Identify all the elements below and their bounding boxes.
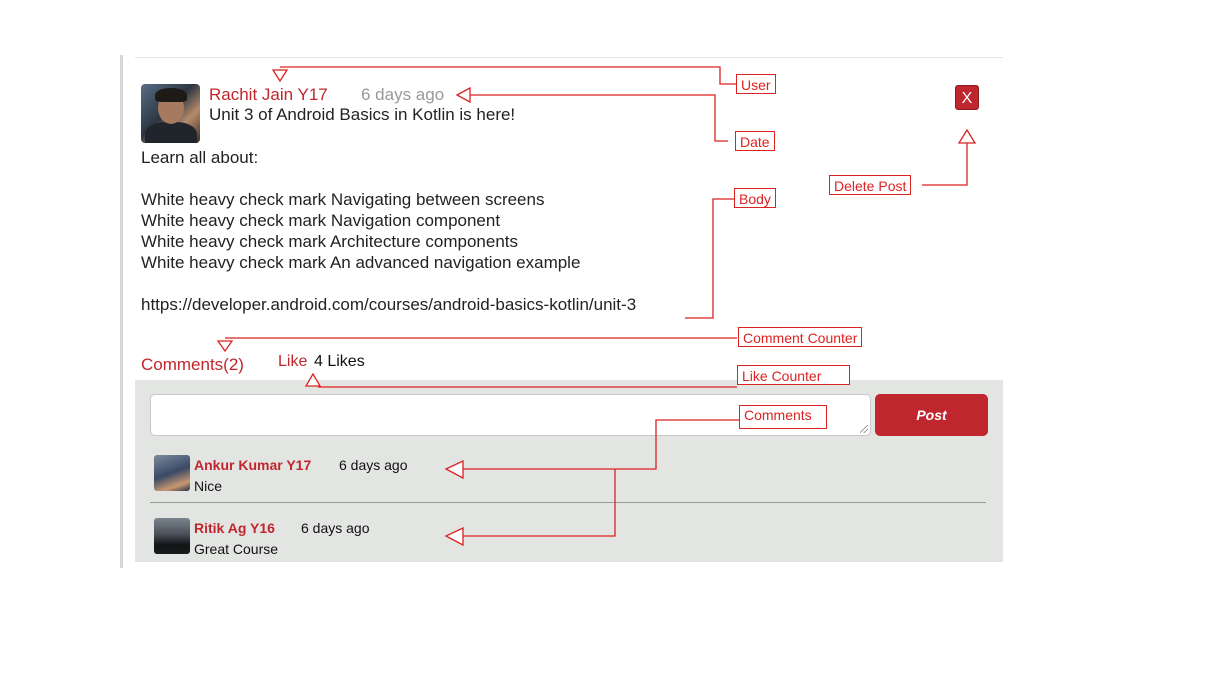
annotation-delete-post: Delete Post bbox=[829, 175, 912, 195]
annotation-line-comments-2 bbox=[462, 469, 616, 537]
arrow-icon bbox=[444, 459, 464, 480]
annotation-comment-counter: Comment Counter bbox=[738, 327, 863, 347]
annotation-comments: Comments bbox=[739, 405, 827, 429]
annotation-user: User bbox=[736, 74, 776, 94]
annotation-line-date bbox=[468, 94, 728, 142]
arrow-icon bbox=[455, 86, 471, 104]
arrow-icon bbox=[271, 69, 289, 83]
annotation-line-delete bbox=[922, 143, 968, 186]
arrow-icon bbox=[444, 526, 464, 547]
arrow-icon bbox=[216, 340, 234, 353]
annotation-body: Body bbox=[734, 188, 776, 208]
annotation-line-body bbox=[685, 198, 734, 319]
annotation-line-user bbox=[280, 66, 736, 85]
annotation-overlay bbox=[216, 66, 977, 547]
annotation-line-comments bbox=[462, 419, 739, 470]
arrow-icon bbox=[957, 128, 977, 144]
arrow-icon bbox=[304, 372, 322, 387]
annotation-date: Date bbox=[735, 131, 775, 151]
annotation-like-counter: Like Counter bbox=[737, 365, 850, 385]
